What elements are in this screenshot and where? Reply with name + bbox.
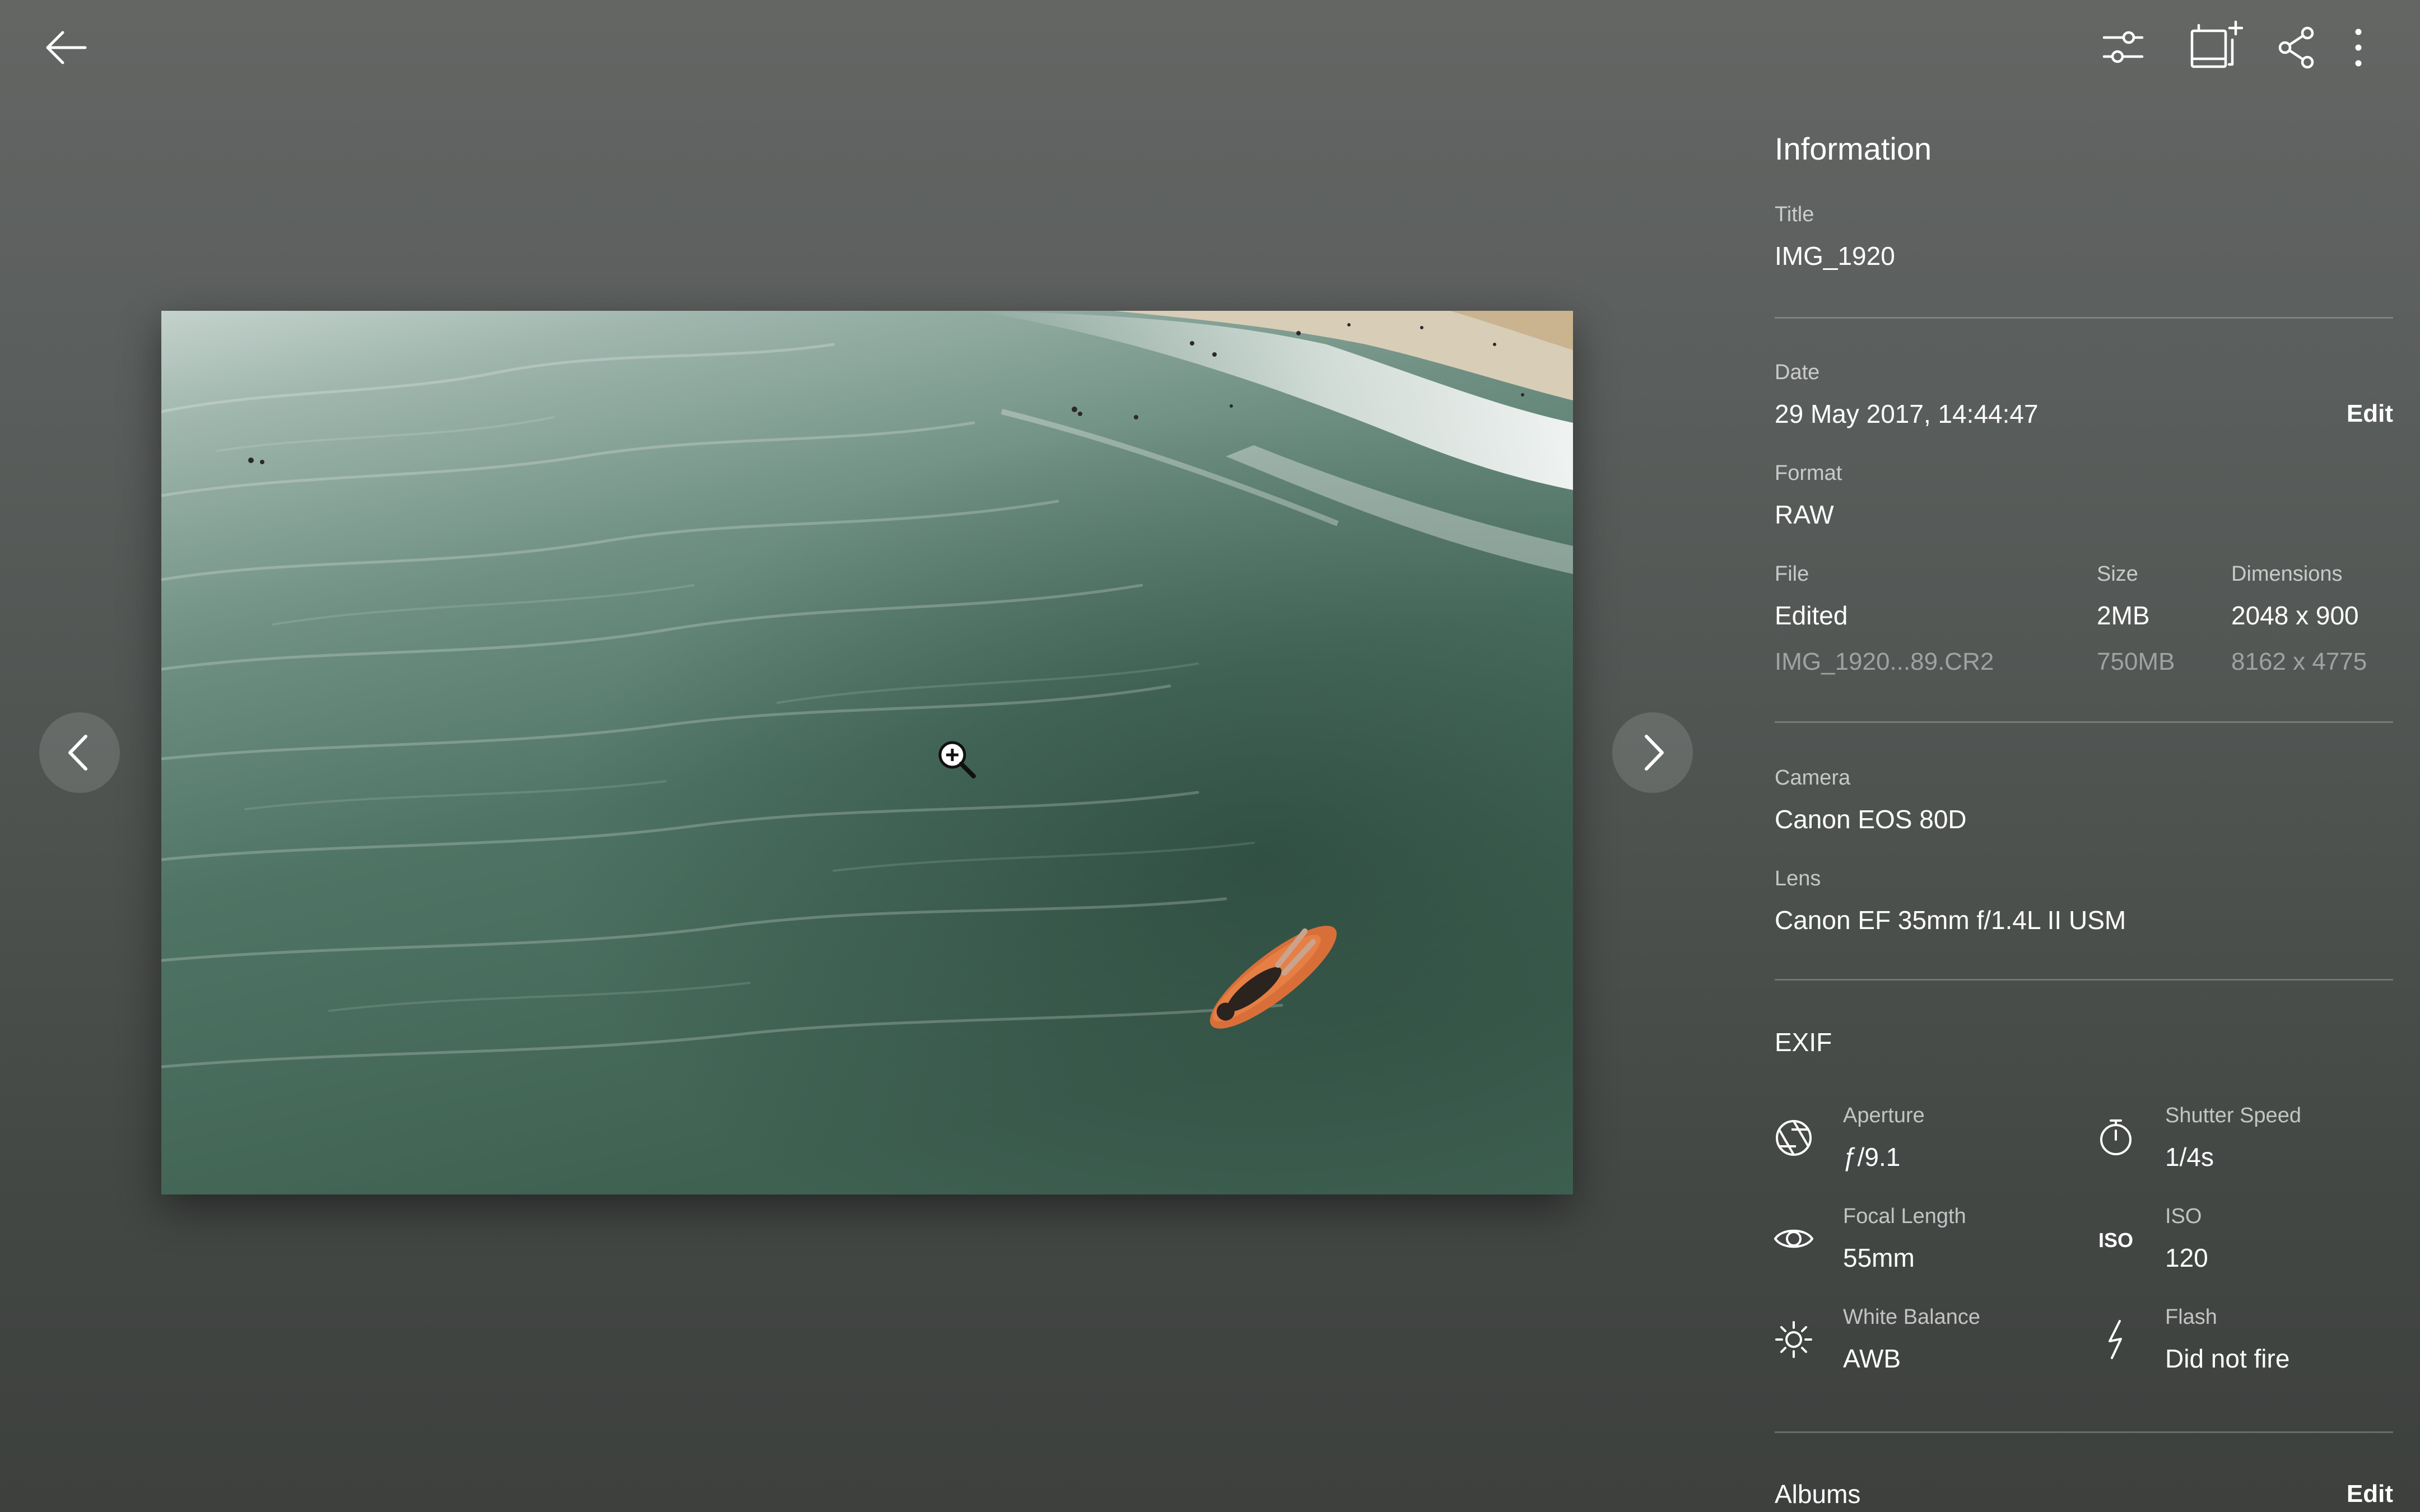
size-label: Size <box>2097 562 2138 586</box>
dimensions-label: Dimensions <box>2231 562 2343 586</box>
date-label: Date <box>1775 361 1820 384</box>
back-arrow-icon[interactable] <box>44 28 89 67</box>
edited-size-value: 2MB <box>2097 601 2150 630</box>
eye-icon <box>1773 1218 1814 1259</box>
original-dimensions-value: 8162 x 4775 <box>2231 648 2367 675</box>
ocean-surfer-photo <box>161 311 1573 1194</box>
camera-value: Canon EOS 80D <box>1775 805 1967 834</box>
divider <box>1775 1431 2393 1433</box>
albums-heading: Albums <box>1775 1480 1861 1509</box>
iso-value: 120 <box>2165 1243 2208 1272</box>
aperture-label: Aperture <box>1843 1104 1925 1127</box>
more-vert-icon[interactable] <box>2347 25 2370 70</box>
aperture-value: ƒ/9.1 <box>1843 1142 1901 1172</box>
iso-icon: ISO <box>2098 1229 2134 1252</box>
lens-label: Lens <box>1775 867 1821 890</box>
camera-label: Camera <box>1775 766 1851 790</box>
lens-value: Canon EF 35mm f/1.4L II USM <box>1775 906 2126 935</box>
photo-viewer-image[interactable] <box>161 311 1573 1194</box>
title-value: IMG_1920 <box>1775 241 1895 270</box>
edited-dimensions-value: 2048 x 900 <box>2231 601 2359 630</box>
white-balance-label: White Balance <box>1843 1305 1981 1329</box>
date-value: 29 May 2017, 14:44:47 <box>1775 399 2039 428</box>
flash-label: Flash <box>2165 1305 2217 1329</box>
edit-date-button[interactable]: Edit <box>2347 402 2393 426</box>
original-file-value: IMG_1920...89.CR2 <box>1775 648 1994 675</box>
edit-albums-button[interactable]: Edit <box>2347 1482 2393 1506</box>
flash-icon <box>2095 1319 2137 1360</box>
previous-photo-button[interactable] <box>39 712 120 793</box>
edited-file-value: Edited <box>1775 601 1848 630</box>
panel-heading: Information <box>1775 131 1932 166</box>
original-size-value: 750MB <box>2097 648 2175 675</box>
add-to-album-icon[interactable] <box>2188 20 2244 70</box>
shutter-value: 1/4s <box>2165 1142 2214 1172</box>
zoom-in-icon <box>934 737 979 782</box>
divider <box>1775 979 2393 981</box>
sun-icon <box>1773 1319 1814 1360</box>
chevron-right-icon <box>1645 735 1664 771</box>
adjust-sliders-icon[interactable] <box>2101 25 2146 70</box>
format-value: RAW <box>1775 500 1834 529</box>
aperture-icon <box>1773 1117 1814 1159</box>
focal-length-label: Focal Length <box>1843 1205 1966 1228</box>
title-label: Title <box>1775 203 1814 226</box>
white-balance-value: AWB <box>1843 1344 1901 1373</box>
exif-heading: EXIF <box>1775 1028 1832 1057</box>
timer-icon <box>2095 1116 2137 1158</box>
shutter-label: Shutter Speed <box>2165 1104 2301 1127</box>
chevron-left-icon <box>68 735 87 771</box>
focal-length-value: 55mm <box>1843 1243 1915 1272</box>
format-label: Format <box>1775 461 1842 485</box>
flash-value: Did not fire <box>2165 1344 2290 1373</box>
divider <box>1775 317 2393 319</box>
share-icon[interactable] <box>2277 25 2316 70</box>
next-photo-button[interactable] <box>1612 712 1693 793</box>
iso-label: ISO <box>2165 1205 2202 1228</box>
divider <box>1775 721 2393 723</box>
file-label: File <box>1775 562 1809 586</box>
